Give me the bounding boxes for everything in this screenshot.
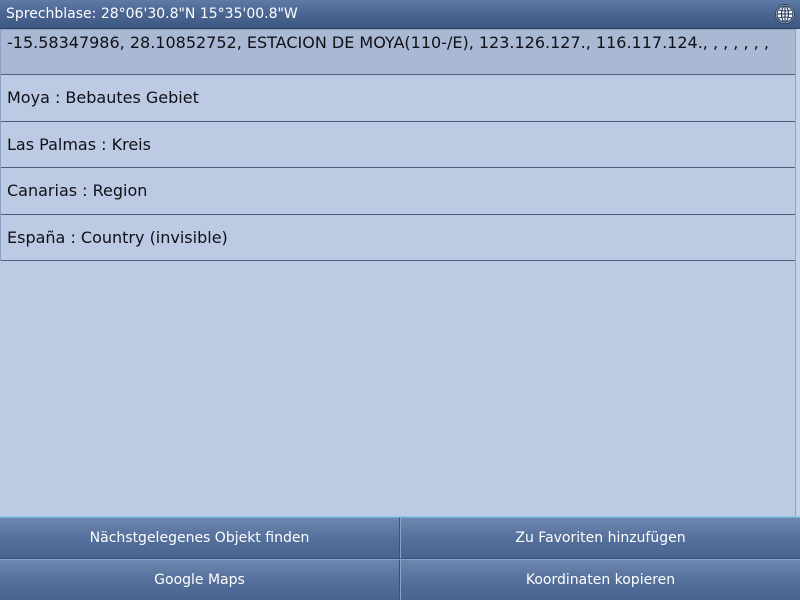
window-title: Sprechblase: 28°06'30.8"N 15°35'00.8"W — [6, 6, 298, 22]
list-item-label: España : Country (invisible) — [7, 227, 228, 247]
coordinates-text: -15.58347986, 28.10852752, ESTACION DE M… — [7, 33, 769, 52]
list-item-label: Moya : Bebautes Gebiet — [7, 88, 199, 108]
google-maps-button[interactable]: Google Maps — [0, 559, 400, 600]
list-item-label: Canarias : Region — [7, 181, 148, 201]
action-buttons: Nächstgelegenes Objekt finden Zu Favorit… — [0, 516, 800, 600]
add-to-favorites-button[interactable]: Zu Favoriten hinzufügen — [400, 517, 800, 559]
coordinates-row[interactable]: -15.58347986, 28.10852752, ESTACION DE M… — [1, 29, 795, 75]
scrollbar[interactable] — [795, 29, 800, 516]
list-item[interactable]: España : Country (invisible) — [1, 215, 795, 261]
location-info-list: -15.58347986, 28.10852752, ESTACION DE M… — [0, 29, 795, 261]
list-item[interactable]: Canarias : Region — [1, 168, 795, 215]
list-item[interactable]: Las Palmas : Kreis — [1, 122, 795, 168]
copy-coordinates-button[interactable]: Koordinaten kopieren — [400, 559, 800, 600]
list-item[interactable]: Moya : Bebautes Gebiet — [1, 75, 795, 122]
popup-window: Sprechblase: 28°06'30.8"N 15°35'00.8"W -… — [0, 0, 800, 600]
globe-icon[interactable] — [774, 3, 796, 25]
title-bar: Sprechblase: 28°06'30.8"N 15°35'00.8"W — [0, 0, 800, 29]
list-item-label: Las Palmas : Kreis — [7, 134, 151, 154]
find-nearest-object-button[interactable]: Nächstgelegenes Objekt finden — [0, 517, 400, 559]
